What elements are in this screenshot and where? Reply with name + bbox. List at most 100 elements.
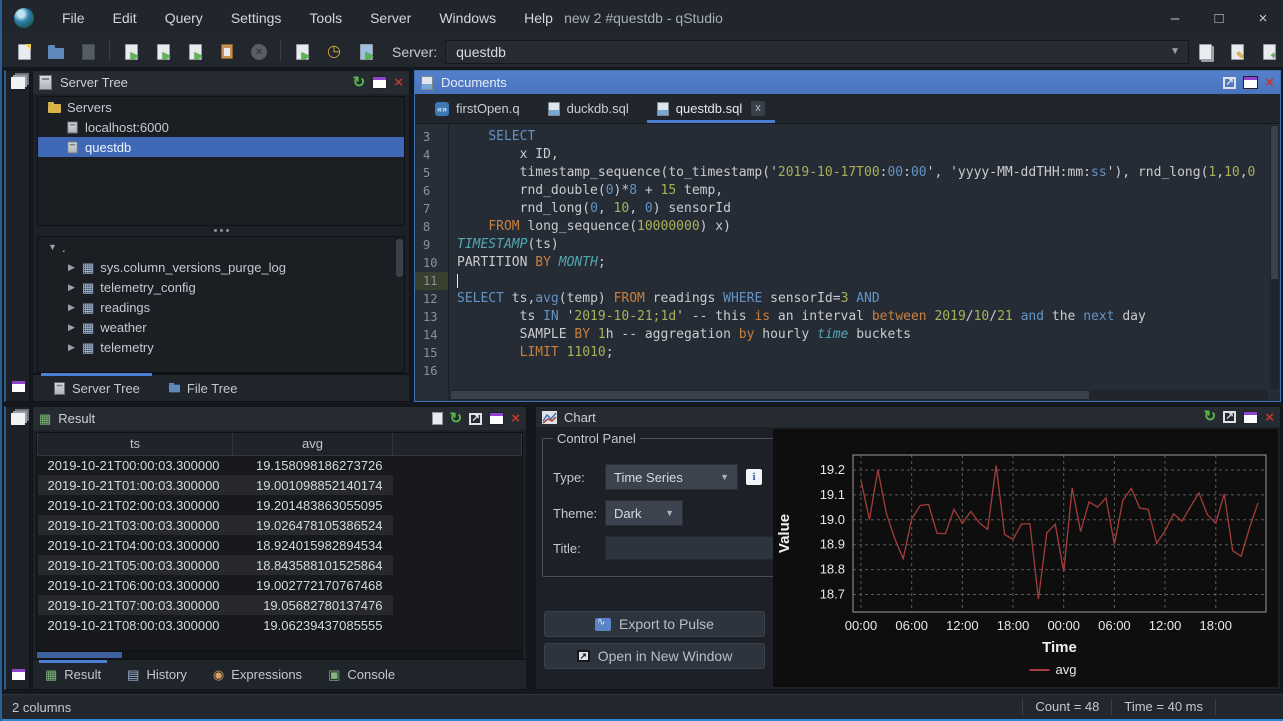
close-panel-icon[interactable]: × <box>511 412 520 425</box>
execute-selection-icon[interactable]: ▶ <box>182 40 208 64</box>
table-row[interactable]: 2019-10-21T01:00:03.30000019.00109885214… <box>38 475 522 495</box>
timer-query-icon[interactable]: ◷ <box>321 40 347 64</box>
menu-server[interactable]: Server <box>356 0 425 36</box>
edit-server-icon[interactable]: ✎ <box>1224 40 1250 64</box>
chart-title-input[interactable] <box>605 536 784 560</box>
refresh-icon[interactable]: ↻ <box>450 412 463 426</box>
table-row[interactable]: 2019-10-21T02:00:03.30000019.20148386305… <box>38 495 522 515</box>
table-icon: ▦ <box>82 261 94 274</box>
menu-help[interactable]: Help <box>510 0 567 36</box>
refresh-icon[interactable]: ↻ <box>1204 410 1217 424</box>
stacked-windows-icon[interactable] <box>11 77 25 89</box>
menu-edit[interactable]: Edit <box>99 0 151 36</box>
close-button[interactable]: × <box>1241 0 1283 36</box>
server-combo[interactable]: questdb ▼ <box>445 40 1189 64</box>
cell-ts: 2019-10-21T05:00:03.300000 <box>38 555 233 575</box>
close-panel-icon[interactable]: × <box>1265 76 1274 89</box>
maximize-panel-icon[interactable] <box>1243 411 1258 424</box>
twisty-open-icon: ▼ <box>48 242 62 252</box>
popout-panel-icon[interactable]: ↗ <box>1223 77 1236 89</box>
maximize-panel-icon[interactable] <box>489 412 504 425</box>
code-editor[interactable]: 345678910111213141516 SELECT x ID, times… <box>415 124 1280 401</box>
new-document-icon[interactable] <box>11 40 37 64</box>
tree-namespace[interactable]: ▼. <box>38 237 404 257</box>
copy-server-icon[interactable] <box>1192 40 1218 64</box>
tab-console[interactable]: ▣Console <box>328 660 395 690</box>
tree-server-localhost:6000[interactable]: localhost:6000 <box>38 117 404 137</box>
popout-panel-icon[interactable]: ↗ <box>1223 411 1236 423</box>
open-in-new-window-button[interactable]: ↗ Open in New Window <box>544 643 765 669</box>
maximize-panel-icon[interactable] <box>372 76 387 89</box>
table-row[interactable]: 2019-10-21T05:00:03.30000018.84358810152… <box>38 555 522 575</box>
cell-ts: 2019-10-21T00:00:03.300000 <box>38 455 233 475</box>
refresh-icon[interactable]: ↻ <box>353 76 366 90</box>
doc-tab-questdb.sql[interactable]: questdb.sqlx <box>643 94 779 123</box>
close-panel-icon[interactable]: × <box>394 76 403 89</box>
editor-vertical-scrollbar[interactable] <box>1270 125 1279 389</box>
table-row[interactable]: 2019-10-21T04:00:03.30000018.92401598289… <box>38 535 522 555</box>
window-icon[interactable] <box>11 380 26 393</box>
cell-avg: 18.843588101525864 <box>233 555 393 575</box>
stacked-windows-icon[interactable] <box>11 413 25 425</box>
menu-tools[interactable]: Tools <box>295 0 356 36</box>
table-row[interactable]: 2019-10-21T06:00:03.30000019.00277217076… <box>38 575 522 595</box>
close-tab-icon[interactable]: x <box>751 101 765 116</box>
close-panel-icon[interactable]: × <box>1265 411 1274 424</box>
run-script-icon[interactable]: ▶ <box>353 40 379 64</box>
send-query-icon[interactable]: ▶ <box>289 40 315 64</box>
result-grid[interactable]: tsavg 2019-10-21T00:00:03.30000019.15809… <box>36 432 523 651</box>
execute-query-icon[interactable]: ▶ <box>118 40 144 64</box>
maximize-button[interactable]: □ <box>1197 0 1241 36</box>
server-combo-arrow-icon[interactable]: ▼ <box>1170 46 1188 57</box>
tab-server-tree[interactable]: Server Tree <box>41 375 152 401</box>
tab-result[interactable]: ▦Result <box>45 660 101 690</box>
result-horizontal-scrollbar[interactable] <box>36 651 523 659</box>
table-row[interactable]: 2019-10-21T03:00:03.30000019.02647810538… <box>38 515 522 535</box>
editor-horizontal-scrollbar[interactable] <box>450 390 1268 400</box>
table-row[interactable]: 2019-10-21T08:00:03.30000019.06239437085… <box>38 615 522 635</box>
time-series-chart[interactable]: 18.718.818.919.019.119.200:0006:0012:001… <box>773 429 1278 687</box>
export-to-pulse-button[interactable]: Export to Pulse <box>544 611 765 637</box>
menu-windows[interactable]: Windows <box>425 0 510 36</box>
open-file-icon[interactable] <box>43 40 69 64</box>
popout-panel-icon[interactable]: ↗ <box>469 413 482 425</box>
tree-root-servers[interactable]: Servers <box>38 97 404 117</box>
tree-table-readings[interactable]: ▶▦readings <box>38 297 404 317</box>
tree-server-questdb[interactable]: questdb <box>38 137 404 157</box>
doc-tab-firstOpen.q[interactable]: «»firstOpen.q <box>421 94 534 123</box>
tree-namespace-label: . <box>62 240 66 255</box>
menu-file[interactable]: File <box>48 0 99 36</box>
chart-type-select[interactable]: Time Series ▼ <box>605 464 738 490</box>
chart-theme-select[interactable]: Dark ▼ <box>605 500 683 526</box>
save-icon[interactable] <box>75 40 101 64</box>
window-icon[interactable] <box>11 668 26 681</box>
info-icon[interactable]: i <box>746 469 762 485</box>
execute-line-icon[interactable]: ▶ <box>150 40 176 64</box>
tab-expressions[interactable]: ◉Expressions <box>213 660 302 690</box>
tree-table-telemetry[interactable]: ▶▦telemetry <box>38 337 404 357</box>
tab-file-tree[interactable]: File Tree <box>156 375 250 401</box>
column-header-ts[interactable]: ts <box>38 433 233 455</box>
export-result-icon[interactable] <box>432 412 443 425</box>
menu-settings[interactable]: Settings <box>217 0 296 36</box>
maximize-panel-icon[interactable] <box>1243 76 1258 89</box>
menu-query[interactable]: Query <box>151 0 217 36</box>
text-cursor <box>457 274 458 288</box>
tree-table-weather[interactable]: ▶▦weather <box>38 317 404 337</box>
tab-history[interactable]: ▤History <box>127 660 187 690</box>
svg-text:19.0: 19.0 <box>820 512 845 527</box>
add-server-icon[interactable]: + <box>1256 40 1282 64</box>
minimize-button[interactable]: – <box>1153 0 1197 36</box>
cancel-query-icon[interactable]: × <box>246 40 272 64</box>
splitter-handle[interactable] <box>33 226 409 234</box>
table-row[interactable]: 2019-10-21T07:00:03.30000019.05682780137… <box>38 595 522 615</box>
table-row[interactable]: 2019-10-21T00:00:03.30000019.15809818627… <box>38 455 522 475</box>
theme-label: Theme: <box>553 506 605 521</box>
tree-table-telemetry_config[interactable]: ▶▦telemetry_config <box>38 277 404 297</box>
doc-tab-duckdb.sql[interactable]: duckdb.sql <box>534 94 643 123</box>
tree-table-sys.column_versions_purge_log[interactable]: ▶▦sys.column_versions_purge_log <box>38 257 404 277</box>
column-header-avg[interactable]: avg <box>233 433 393 455</box>
tree-scrollbar[interactable] <box>396 239 403 277</box>
paste-icon[interactable] <box>214 40 240 64</box>
editor-gutter: 345678910111213141516 <box>415 124 449 401</box>
